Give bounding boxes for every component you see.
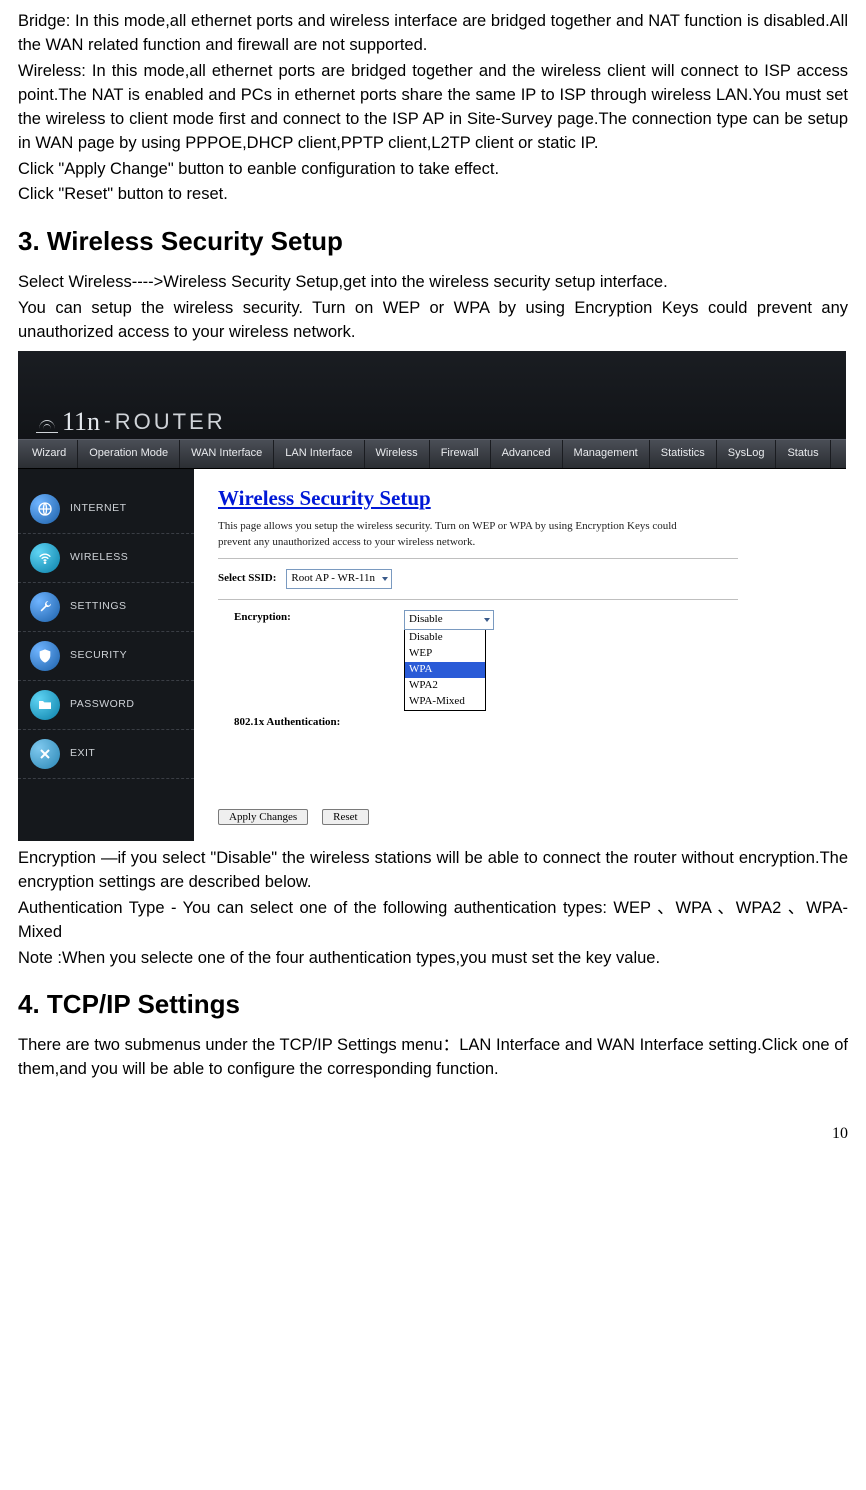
sidebar-item-settings[interactable]: SETTINGS (18, 583, 194, 632)
encryption-option-wpa2[interactable]: WPA2 (405, 678, 485, 694)
folder-icon (30, 690, 60, 720)
sidebar-item-label: SECURITY (70, 648, 127, 663)
pane-desc: This page allows you setup the wireless … (218, 519, 678, 550)
top-tabs: WizardOperation ModeWAN InterfaceLAN Int… (18, 439, 846, 469)
tab-firewall[interactable]: Firewall (430, 440, 491, 468)
ssid-label: Select SSID: (218, 571, 276, 587)
tab-wireless[interactable]: Wireless (365, 440, 430, 468)
sidebar-item-label: PASSWORD (70, 697, 134, 712)
para-note: Note :When you selecte one of the four a… (18, 947, 848, 971)
shield-icon (30, 641, 60, 671)
sidebar-item-label: INTERNET (70, 501, 127, 516)
logo-router: ROUTER (115, 406, 226, 438)
wifi-logo-icon (36, 410, 58, 433)
globe-icon (30, 494, 60, 524)
encryption-option-wpa[interactable]: WPA (405, 662, 485, 678)
page-number: 10 (18, 1122, 848, 1145)
pane-title: Wireless Security Setup (218, 483, 822, 513)
tab-operation-mode[interactable]: Operation Mode (78, 440, 180, 468)
divider (218, 558, 738, 559)
para-auth-type: Authentication Type - You can select one… (18, 897, 848, 945)
para-wireless: Wireless: In this mode,all ethernet port… (18, 60, 848, 156)
tab-management[interactable]: Management (563, 440, 650, 468)
sidebar-item-exit[interactable]: EXIT (18, 730, 194, 779)
reset-button[interactable]: Reset (322, 809, 368, 825)
content-pane: Wireless Security Setup This page allows… (194, 469, 846, 841)
tab-wizard[interactable]: Wizard (18, 440, 78, 468)
encryption-label: Encryption: (234, 610, 404, 626)
wrench-icon (30, 592, 60, 622)
sidebar-item-security[interactable]: SECURITY (18, 632, 194, 681)
tab-status[interactable]: Status (776, 440, 830, 468)
para-tcpip: There are two submenus under the TCP/IP … (18, 1034, 848, 1082)
wifi-icon (30, 543, 60, 573)
para-encryption: Encryption —if you select "Disable" the … (18, 847, 848, 895)
para-nav-path: Select Wireless---->Wireless Security Se… (18, 271, 848, 295)
sidebar-item-password[interactable]: PASSWORD (18, 681, 194, 730)
sidebar-item-wireless[interactable]: WIRELESS (18, 534, 194, 583)
para-bridge: Bridge: In this mode,all ethernet ports … (18, 10, 848, 58)
tab-wan-interface[interactable]: WAN Interface (180, 440, 274, 468)
para-security-intro: You can setup the wireless security. Tur… (18, 297, 848, 345)
heading-wireless-security: 3. Wireless Security Setup (18, 223, 848, 261)
sidebar-item-label: EXIT (70, 746, 95, 761)
logo-11n: 11n (62, 403, 100, 441)
tab-statistics[interactable]: Statistics (650, 440, 717, 468)
para-apply: Click "Apply Change" button to eanble co… (18, 158, 848, 182)
ssid-select[interactable]: Root AP - WR-11n (286, 569, 392, 589)
sidebar-item-label: SETTINGS (70, 599, 127, 614)
encryption-dropdown-list[interactable]: DisableWEPWPAWPA2WPA-Mixed (404, 629, 486, 711)
encryption-option-wpa-mixed[interactable]: WPA-Mixed (405, 694, 485, 710)
encryption-select[interactable]: Disable (404, 610, 494, 630)
encryption-option-wep[interactable]: WEP (405, 646, 485, 662)
divider (218, 599, 738, 600)
router-screenshot: 11n - ROUTER Portable 11n Wireless Route… (18, 351, 846, 841)
x-icon (30, 739, 60, 769)
router-header: 11n - ROUTER Portable 11n Wireless Route… (18, 351, 846, 469)
para-reset: Click "Reset" button to reset. (18, 183, 848, 207)
tab-advanced[interactable]: Advanced (491, 440, 563, 468)
sidebar-item-label: WIRELESS (70, 550, 128, 565)
apply-changes-button[interactable]: Apply Changes (218, 809, 308, 825)
tab-syslog[interactable]: SysLog (717, 440, 777, 468)
heading-tcpip: 4. TCP/IP Settings (18, 986, 848, 1024)
sidebar-item-internet[interactable]: INTERNET (18, 485, 194, 534)
encryption-option-disable[interactable]: Disable (405, 630, 485, 646)
sidebar: INTERNET WIRELESS SETTINGS SECURITY PASSWORD… (18, 469, 194, 841)
tab-lan-interface[interactable]: LAN Interface (274, 440, 364, 468)
auth-label: 802.1x Authentication: (234, 715, 404, 731)
